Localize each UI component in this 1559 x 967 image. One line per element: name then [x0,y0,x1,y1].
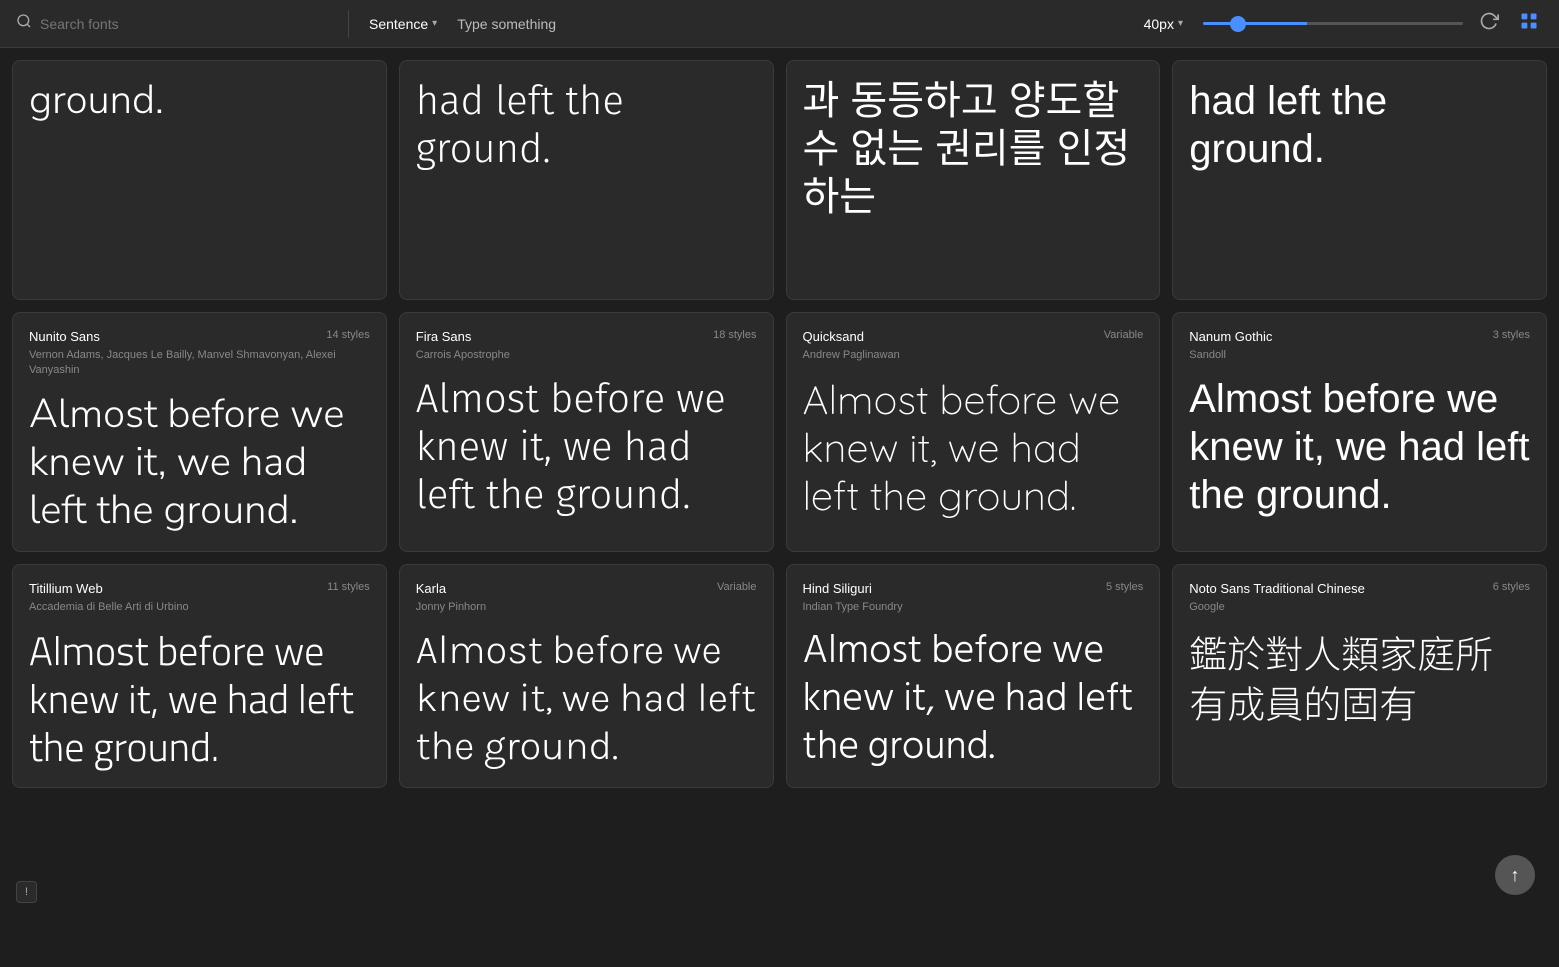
font-preview-nunito: Almost before we knew it, we had left th… [29,391,370,535]
header-separator [348,10,349,38]
font-name-hind: Hind Siliguri [803,581,872,596]
font-styles-noto-tc: 6 styles [1493,581,1530,593]
font-styles-titillium: 11 styles [327,581,370,593]
font-styles-karla: Variable [717,581,757,593]
font-authors-quicksand: Andrew Paglinawan [803,348,1144,363]
font-preview-partial-2: had left the ground. [416,77,757,173]
scroll-top-icon: ↑ [1511,865,1520,886]
font-preview-fira: Almost before we knew it, we had left th… [416,375,757,519]
grid-view-button[interactable] [1515,7,1543,40]
feedback-icon: ! [25,886,28,898]
font-name-quicksand: Quicksand [803,329,864,344]
font-styles-quicksand: Variable [1104,329,1144,341]
font-card-header-quicksand: Quicksand Variable [803,329,1144,344]
font-card-header-karla: Karla Variable [416,581,757,596]
scroll-to-top-button[interactable]: ↑ [1495,855,1535,895]
font-card-header-noto-tc: Noto Sans Traditional Chinese 6 styles [1189,581,1530,596]
font-card-header-nanum: Nanum Gothic 3 styles [1189,329,1530,344]
font-name-noto-tc: Noto Sans Traditional Chinese [1189,581,1365,596]
font-card-quicksand[interactable]: Quicksand Variable Andrew Paglinawan Alm… [786,312,1161,552]
font-styles-nunito: 14 styles [326,329,369,341]
font-grid-main: Nunito Sans 14 styles Vernon Adams, Jacq… [12,312,1547,552]
font-card-partial-3[interactable]: 과 동등하고 양도할 수 없는 권리를 인정하는 [786,60,1161,300]
font-preview-quicksand: Almost before we knew it, we had left th… [803,375,1144,519]
type-something-input[interactable] [457,16,1123,32]
font-preview-partial-4: had left the ground. [1189,77,1530,173]
main-content: ground. had left the ground. 과 동등하고 양도할 … [0,48,1559,919]
search-input[interactable] [40,16,240,32]
font-styles-nanum: 3 styles [1493,329,1530,341]
search-area [16,13,336,34]
font-preview-partial-3: 과 동등하고 양도할 수 없는 권리를 인정하는 [803,77,1144,221]
size-value: 40px [1144,16,1174,32]
font-card-karla[interactable]: Karla Variable Jonny Pinhorn Almost befo… [399,564,774,788]
font-card-titillium[interactable]: Titillium Web 11 styles Accademia di Bel… [12,564,387,788]
font-authors-hind: Indian Type Foundry [803,600,1144,615]
search-icon [16,13,32,34]
font-name-nunito: Nunito Sans [29,329,100,344]
font-authors-titillium: Accademia di Belle Arti di Urbino [29,600,370,615]
size-slider[interactable] [1203,22,1463,25]
font-preview-noto-tc: 鑑於對人類家庭所有成員的固有 [1189,627,1530,726]
font-preview-hind: Almost before we knew it, we had left th… [803,627,1144,771]
font-name-karla: Karla [416,581,446,596]
font-preview-titillium: Almost before we knew it, we had left th… [29,627,370,771]
chevron-down-icon: ▾ [432,18,437,29]
font-authors-nunito: Vernon Adams, Jacques Le Bailly, Manvel … [29,348,370,379]
font-authors-fira: Carrois Apostrophe [416,348,757,363]
app-header: Sentence ▾ 40px ▾ [0,0,1559,48]
sentence-dropdown[interactable]: Sentence ▾ [361,12,445,36]
refresh-button[interactable] [1475,7,1503,40]
font-card-header-fira: Fira Sans 18 styles [416,329,757,344]
font-name-nanum: Nanum Gothic [1189,329,1272,344]
font-card-noto-tc[interactable]: Noto Sans Traditional Chinese 6 styles G… [1172,564,1547,788]
size-dropdown[interactable]: 40px ▾ [1136,12,1191,36]
sentence-label: Sentence [369,16,428,32]
font-authors-noto-tc: Google [1189,600,1530,615]
feedback-button[interactable]: ! [16,881,37,903]
font-card-fira-sans[interactable]: Fira Sans 18 styles Carrois Apostrophe A… [399,312,774,552]
font-card-partial-2[interactable]: had left the ground. [399,60,774,300]
font-authors-nanum: Sandoll [1189,348,1530,363]
font-grid-bottom: Titillium Web 11 styles Accademia di Bel… [12,564,1547,788]
font-card-partial-1[interactable]: ground. [12,60,387,300]
font-authors-karla: Jonny Pinhorn [416,600,757,615]
size-slider-wrap [1203,22,1463,25]
font-card-hind-siliguri[interactable]: Hind Siliguri 5 styles Indian Type Found… [786,564,1161,788]
font-preview-karla: Almost before we knew it, we had left th… [416,627,757,771]
font-preview-partial-1: ground. [29,77,370,125]
font-styles-fira: 18 styles [713,329,756,341]
font-card-header-hind: Hind Siliguri 5 styles [803,581,1144,596]
font-card-nanum-gothic[interactable]: Nanum Gothic 3 styles Sandoll Almost bef… [1172,312,1547,552]
font-card-header-titillium: Titillium Web 11 styles [29,581,370,596]
font-styles-hind: 5 styles [1106,581,1143,593]
font-card-nunito-sans[interactable]: Nunito Sans 14 styles Vernon Adams, Jacq… [12,312,387,552]
right-controls: 40px ▾ [1136,7,1543,40]
font-name-fira: Fira Sans [416,329,472,344]
font-preview-nanum: Almost before we knew it, we had left th… [1189,375,1530,519]
font-name-titillium: Titillium Web [29,581,103,596]
font-card-partial-4[interactable]: had left the ground. [1172,60,1547,300]
top-partial-row: ground. had left the ground. 과 동등하고 양도할 … [12,60,1547,300]
size-chevron-icon: ▾ [1178,18,1183,29]
font-card-header-nunito: Nunito Sans 14 styles [29,329,370,344]
